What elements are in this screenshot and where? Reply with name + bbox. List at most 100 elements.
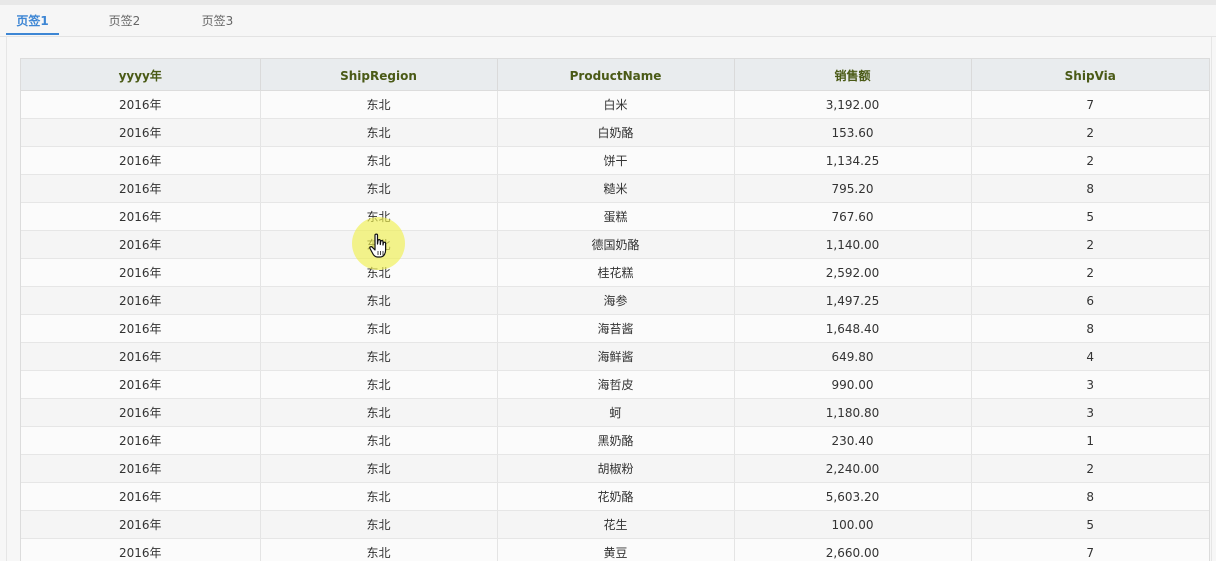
cell-year: 2016年: [21, 370, 261, 399]
cell-shipvia: 2: [971, 118, 1209, 147]
table-row[interactable]: 2016年 东北 黄豆 2,660.00 7: [21, 538, 1209, 561]
column-header-shipvia[interactable]: ShipVia: [971, 59, 1209, 91]
column-header-year[interactable]: yyyy年: [21, 59, 261, 91]
cell-year: 2016年: [21, 342, 261, 371]
cell-shipregion: 东北: [260, 454, 498, 483]
cell-shipvia: 7: [971, 90, 1209, 119]
cell-shipregion: 东北: [260, 482, 498, 511]
cell-shipregion: 东北: [260, 118, 498, 147]
table-row[interactable]: 2016年 东北 糙米 795.20 8: [21, 174, 1209, 203]
cell-shipregion: 东北: [260, 538, 498, 561]
cell-shipvia: 7: [971, 538, 1209, 561]
table-row[interactable]: 2016年 东北 德国奶酪 1,140.00 2: [21, 230, 1209, 259]
table-row[interactable]: 2016年 东北蚵 1,180.80 3: [21, 398, 1209, 427]
cell-shipvia: 2: [971, 454, 1209, 483]
cell-year: 2016年: [21, 398, 261, 427]
table-row[interactable]: 2016年 东北 白奶酪 153.60 2: [21, 118, 1209, 147]
cell-sales: 153.60: [734, 118, 972, 147]
cell-year: 2016年: [21, 538, 261, 561]
cell-year: 2016年: [21, 426, 261, 455]
cell-sales: 1,497.25: [734, 286, 972, 315]
cell-sales: 2,660.00: [734, 538, 972, 561]
cell-productname: 蛋糕: [497, 202, 735, 231]
cell-shipvia: 5: [971, 202, 1209, 231]
cell-shipregion: 东北: [260, 370, 498, 399]
cell-shipvia: 5: [971, 510, 1209, 539]
table-row[interactable]: 2016年 东北 白米 3,192.00 7: [21, 90, 1209, 119]
cell-shipvia: 6: [971, 286, 1209, 315]
cell-shipregion: 东北: [260, 314, 498, 343]
data-table-container[interactable]: yyyy年 ShipRegion ProductName 销售额 ShipVia…: [20, 58, 1210, 561]
cell-year: 2016年: [21, 258, 261, 287]
column-header-sales[interactable]: 销售额: [734, 59, 972, 91]
cell-shipregion: 东北: [260, 202, 498, 231]
report-content: yyyy年 ShipRegion ProductName 销售额 ShipVia…: [6, 37, 1212, 561]
table-row[interactable]: 2016年 东北 蛋糕 767.60 5: [21, 202, 1209, 231]
cell-sales: 2,592.00: [734, 258, 972, 287]
table-row[interactable]: 2016年 东北 胡椒粉 2,240.00 2: [21, 454, 1209, 483]
cell-shipvia: 1: [971, 426, 1209, 455]
table-row[interactable]: 2016年 东北 海参 1,497.25 6: [21, 286, 1209, 315]
cell-sales: 1,140.00: [734, 230, 972, 259]
cell-sales: 767.60: [734, 202, 972, 231]
cell-productname: 饼干: [497, 146, 735, 175]
report-page: 页签1 页签2 页签3 yyyy年 ShipRegion ProductName…: [0, 0, 1216, 561]
cell-productname: 海参: [497, 286, 735, 315]
cell-productname: 花奶酪: [497, 482, 735, 511]
cell-year: 2016年: [21, 230, 261, 259]
table-header-row: yyyy年 ShipRegion ProductName 销售额 ShipVia: [21, 59, 1209, 91]
cell-sales: 649.80: [734, 342, 972, 371]
column-header-shipregion[interactable]: ShipRegion: [260, 59, 498, 91]
table-row[interactable]: 2016年 东北 花生 100.00 5: [21, 510, 1209, 539]
cell-shipvia: 2: [971, 146, 1209, 175]
tab-2[interactable]: 页签2: [98, 5, 151, 36]
cell-year: 2016年: [21, 286, 261, 315]
cell-year: 2016年: [21, 118, 261, 147]
cell-shipvia: 8: [971, 314, 1209, 343]
column-header-productname[interactable]: ProductName: [497, 59, 735, 91]
tab-1[interactable]: 页签1: [6, 5, 59, 36]
cell-productname: 黑奶酪: [497, 426, 735, 455]
cell-productname: 糙米: [497, 174, 735, 203]
table-row[interactable]: 2016年 东北 桂花糕 2,592.00 2: [21, 258, 1209, 287]
cell-shipvia: 8: [971, 174, 1209, 203]
active-tab-indicator: [6, 33, 59, 35]
table-row[interactable]: 2016年 东北 海鲜酱 649.80 4: [21, 342, 1209, 371]
table-row[interactable]: 2016年 东北 花奶酪 5,603.20 8: [21, 482, 1209, 511]
cell-year: 2016年: [21, 90, 261, 119]
cell-shipregion: 东北: [260, 426, 498, 455]
cell-shipvia: 3: [971, 370, 1209, 399]
cell-sales: 1,134.25: [734, 146, 972, 175]
data-table: yyyy年 ShipRegion ProductName 销售额 ShipVia…: [21, 59, 1209, 561]
cell-productname: 海苔酱: [497, 314, 735, 343]
cell-sales: 1,180.80: [734, 398, 972, 427]
cell-year: 2016年: [21, 146, 261, 175]
cell-productname: 海鲜酱: [497, 342, 735, 371]
cell-sales: 100.00: [734, 510, 972, 539]
cell-productname: 海哲皮: [497, 370, 735, 399]
cell-productname: 德国奶酪: [497, 230, 735, 259]
cell-productname: 黄豆: [497, 538, 735, 561]
cell-year: 2016年: [21, 314, 261, 343]
cell-shipregion: 东北: [260, 258, 498, 287]
cell-year: 2016年: [21, 482, 261, 511]
cell-shipregion: 东北: [260, 230, 498, 259]
table-body: 2016年 东北 白米 3,192.00 7 2016年 东北 白奶酪 153.60 2 2016年…: [21, 90, 1209, 561]
cell-productname: 胡椒粉: [497, 454, 735, 483]
cell-productname: 花生: [497, 510, 735, 539]
cell-shipregion: 东北: [260, 342, 498, 371]
table-row[interactable]: 2016年 东北 饼干 1,134.25 2: [21, 146, 1209, 175]
cell-sales: 795.20: [734, 174, 972, 203]
table-row[interactable]: 2016年 东北 海苔酱 1,648.40 8: [21, 314, 1209, 343]
tab-3[interactable]: 页签3: [191, 5, 244, 36]
table-row[interactable]: 2016年 东北 海哲皮 990.00 3: [21, 370, 1209, 399]
cell-sales: 230.40: [734, 426, 972, 455]
cell-productname: 白奶酪: [497, 118, 735, 147]
tab-bar: 页签1 页签2 页签3: [0, 5, 1216, 37]
table-row[interactable]: 2016年 东北 黑奶酪 230.40 1: [21, 426, 1209, 455]
cell-productname: 桂花糕: [497, 258, 735, 287]
cell-sales: 5,603.20: [734, 482, 972, 511]
cell-shipvia: 2: [971, 258, 1209, 287]
cell-shipregion: 东北: [260, 286, 498, 315]
cell-sales: 1,648.40: [734, 314, 972, 343]
